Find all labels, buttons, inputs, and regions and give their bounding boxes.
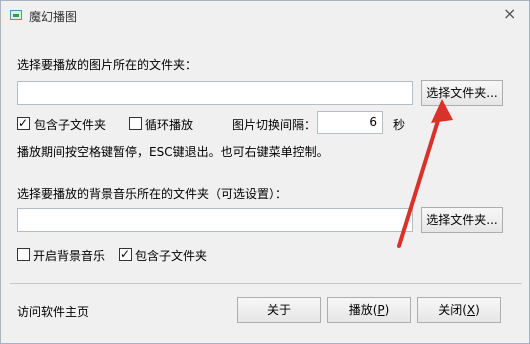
main-window: 魔幻播图 × 选择要播放的图片所在的文件夹： 选择文件夹... 包含子文件夹 循… — [0, 0, 530, 344]
annotation-arrow — [397, 99, 453, 248]
